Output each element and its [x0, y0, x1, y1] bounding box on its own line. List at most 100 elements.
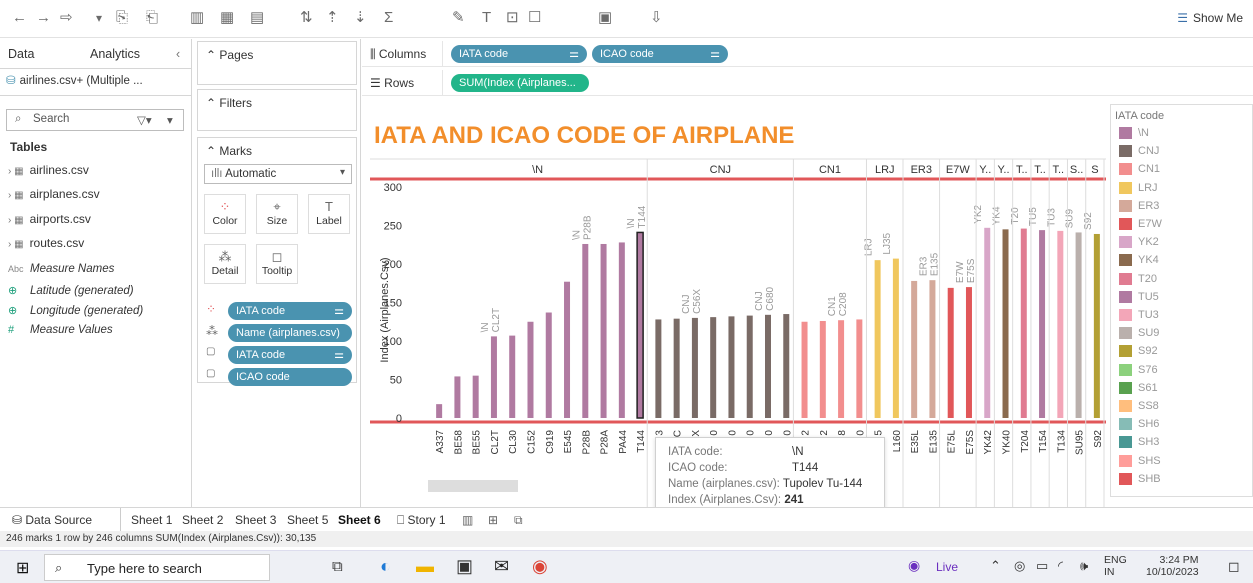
- duplicate-icon[interactable]: ▦: [220, 8, 234, 28]
- tab-analytics[interactable]: Analytics: [90, 47, 140, 61]
- new-worksheet-icon[interactable]: ▥: [190, 8, 204, 28]
- field-measure-names[interactable]: Abc Measure Names: [8, 263, 114, 275]
- notifications-icon[interactable]: ◻: [1228, 558, 1240, 575]
- table-item[interactable]: › ▦ airlines.csv: [8, 163, 89, 177]
- store-icon[interactable]: ▣: [456, 556, 473, 577]
- legend-item[interactable]: TU3: [1119, 309, 1159, 323]
- new-story-icon[interactable]: ⧉: [514, 513, 523, 528]
- tooltip-button[interactable]: ◻ Tooltip: [256, 244, 298, 284]
- mark-pill-label[interactable]: IATA code ⚌: [228, 346, 352, 364]
- table-item[interactable]: › ▦ airplanes.csv: [8, 187, 100, 201]
- file-explorer-icon[interactable]: ▬: [416, 556, 434, 577]
- language-indicator[interactable]: ENG IN: [1104, 554, 1127, 578]
- tab-sheet-1[interactable]: Sheet 1: [131, 513, 172, 527]
- filters-card[interactable]: ⌃ Filters: [197, 89, 357, 131]
- presentation-icon[interactable]: ▣: [598, 8, 612, 28]
- field-latitude[interactable]: ⊕ Latitude (generated): [8, 284, 134, 297]
- legend-item[interactable]: S61: [1119, 382, 1158, 396]
- legend-item[interactable]: T20: [1119, 273, 1157, 287]
- legend-item[interactable]: S92: [1119, 345, 1158, 359]
- pause-update-icon[interactable]: ⎗: [146, 8, 158, 28]
- legend-item[interactable]: CNJ: [1119, 145, 1159, 159]
- highlight-icon[interactable]: ✎: [452, 8, 465, 28]
- chrome-icon[interactable]: ◉: [532, 556, 548, 577]
- mark-pill-color[interactable]: IATA code ⚌: [228, 302, 352, 320]
- taskbar-search-input[interactable]: ⌕ Type here to search: [44, 554, 270, 581]
- battery-icon[interactable]: ▭: [1036, 558, 1048, 574]
- volume-icon[interactable]: 🕪: [1080, 558, 1088, 574]
- show-me-button[interactable]: ☰ Show Me: [1177, 11, 1243, 25]
- tab-data[interactable]: Data: [8, 47, 34, 61]
- new-worksheet-icon[interactable]: ▥: [462, 513, 473, 527]
- clock[interactable]: 3:24 PM 10/10/2023: [1146, 554, 1199, 578]
- column-pill-icao[interactable]: ICAO code ⚌: [592, 45, 728, 63]
- mark-type-select[interactable]: ıllı Automatic ▾: [204, 164, 352, 184]
- legend-item[interactable]: SHB: [1119, 473, 1161, 487]
- search-input[interactable]: ⌕ Search ▽▾ ▾: [6, 109, 184, 131]
- sort-asc-icon[interactable]: ⇡: [326, 8, 339, 28]
- edge-browser-icon[interactable]: ◐: [380, 556, 391, 577]
- size-button[interactable]: ⌖ Size: [256, 194, 298, 234]
- new-dashboard-icon[interactable]: ⊞: [488, 513, 498, 527]
- tab-sheet-2[interactable]: Sheet 2: [182, 513, 223, 527]
- share-icon[interactable]: ⇩: [650, 8, 663, 28]
- label-toggle-icon[interactable]: T: [482, 8, 491, 28]
- legend-item[interactable]: SS8: [1119, 400, 1159, 414]
- tab-sheet-6[interactable]: Sheet 6: [338, 513, 381, 527]
- collapse-pane-icon[interactable]: ‹: [176, 47, 180, 61]
- legend-item[interactable]: ER3: [1119, 200, 1159, 214]
- clear-sheet-icon[interactable]: ▤: [250, 8, 264, 28]
- legend-item[interactable]: LRJ: [1119, 182, 1158, 196]
- legend-item[interactable]: S76: [1119, 364, 1158, 378]
- legend-item[interactable]: SH6: [1119, 418, 1159, 432]
- legend-item[interactable]: CN1: [1119, 163, 1160, 177]
- legend-item[interactable]: YK4: [1119, 254, 1159, 268]
- legend-item[interactable]: TU5: [1119, 291, 1159, 305]
- mark-pill-label-2[interactable]: ICAO code: [228, 368, 352, 386]
- column-pill-iata[interactable]: IATA code ⚌: [451, 45, 587, 63]
- datasource-name[interactable]: ⛁ airlines.csv+ (Multiple ...: [6, 73, 143, 87]
- live-icon[interactable]: ◉: [908, 557, 920, 574]
- legend-item[interactable]: SHS: [1119, 455, 1161, 469]
- totals-icon[interactable]: Σ: [384, 8, 393, 28]
- sort-icon: ⚌: [710, 48, 720, 60]
- legend-item[interactable]: SH3: [1119, 436, 1159, 450]
- search-icon: ⌕: [55, 560, 63, 575]
- mark-pill-detail[interactable]: Name (airplanes.csv): [228, 324, 352, 342]
- mail-icon[interactable]: ✉: [494, 556, 509, 577]
- legend-item[interactable]: \N: [1119, 127, 1149, 141]
- pages-card[interactable]: ⌃ Pages: [197, 41, 357, 85]
- chevron-up-icon[interactable]: ⌃: [990, 558, 1001, 574]
- menu-icon[interactable]: ▾: [167, 113, 173, 127]
- dropdown-icon[interactable]: ▾: [96, 8, 102, 28]
- detail-button[interactable]: ⁂ Detail: [204, 244, 246, 284]
- tab-data-source[interactable]: ⛁ Data Source: [12, 513, 92, 527]
- tab-sheet-3[interactable]: Sheet 3: [235, 513, 276, 527]
- fit-icon[interactable]: ☐: [528, 8, 541, 28]
- sort-desc-icon[interactable]: ⇣: [354, 8, 367, 28]
- legend-item[interactable]: SU9: [1119, 327, 1159, 341]
- redo-icon[interactable]: ⇨: [60, 8, 73, 28]
- table-item[interactable]: › ▦ airports.csv: [8, 212, 91, 226]
- label-button[interactable]: T Label: [308, 194, 350, 234]
- tooltip-format-icon[interactable]: ⊡: [506, 8, 519, 28]
- legend-item[interactable]: YK2: [1119, 236, 1159, 250]
- color-button[interactable]: ⁘ Color: [204, 194, 246, 234]
- filter-icon[interactable]: ▽▾: [137, 113, 152, 127]
- table-item[interactable]: › ▦ routes.csv: [8, 236, 84, 250]
- wifi-icon[interactable]: ◜: [1058, 558, 1063, 574]
- swap-icon[interactable]: ⇅: [300, 8, 313, 28]
- row-pill-sum-index[interactable]: SUM(Index (Airplanes...: [451, 74, 589, 92]
- forward-icon[interactable]: →: [36, 8, 51, 28]
- bar: [527, 321, 534, 418]
- windows-start-icon[interactable]: ⊞: [16, 558, 29, 578]
- back-icon[interactable]: ←: [12, 8, 27, 28]
- new-datasource-icon[interactable]: ⎘: [116, 8, 128, 28]
- field-longitude[interactable]: ⊕ Longitude (generated): [8, 304, 143, 317]
- legend-item[interactable]: E7W: [1119, 218, 1162, 232]
- tab-sheet-5[interactable]: Sheet 5: [287, 513, 328, 527]
- field-measure-values[interactable]: # Measure Values: [8, 324, 113, 336]
- task-view-icon[interactable]: ⧉: [332, 558, 343, 575]
- tab-story-1[interactable]: ⎕ Story 1: [397, 513, 446, 528]
- camera-icon[interactable]: ◎: [1014, 558, 1025, 574]
